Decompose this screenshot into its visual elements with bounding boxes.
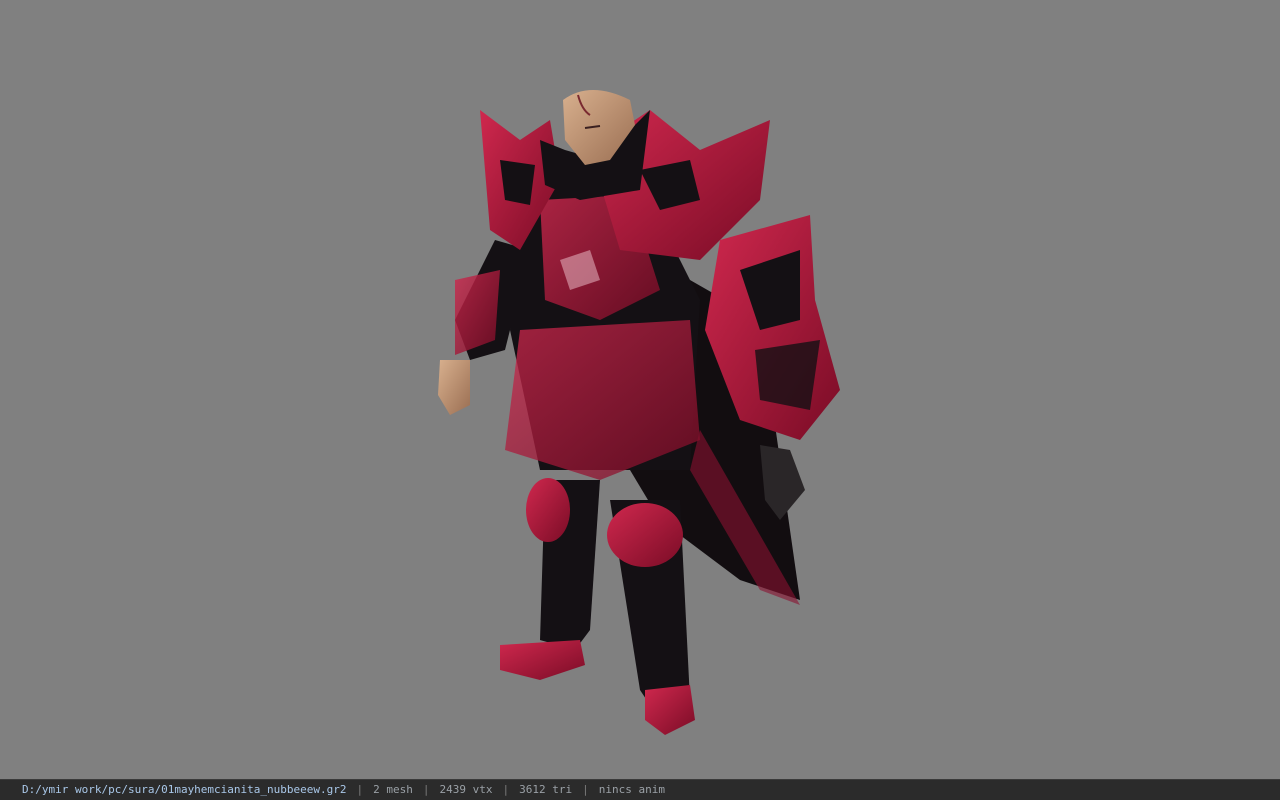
file-path: D:/ymir work/pc/sura/01mayhemcianita_nub… — [22, 783, 347, 796]
3d-viewport[interactable] — [0, 0, 1280, 779]
mesh-count: 2 mesh — [373, 783, 413, 796]
separator: | — [356, 783, 364, 796]
triangle-count: 3612 tri — [519, 783, 573, 796]
animation-status: nincs anim — [598, 783, 665, 796]
status-bar: D:/ymir work/pc/sura/01mayhemcianita_nub… — [0, 779, 1280, 800]
character-model — [438, 90, 840, 735]
legs — [500, 478, 695, 735]
separator: | — [502, 783, 510, 796]
separator: | — [582, 783, 589, 796]
separator: | — [422, 783, 430, 796]
vertex-count: 2439 vtx — [439, 783, 493, 796]
